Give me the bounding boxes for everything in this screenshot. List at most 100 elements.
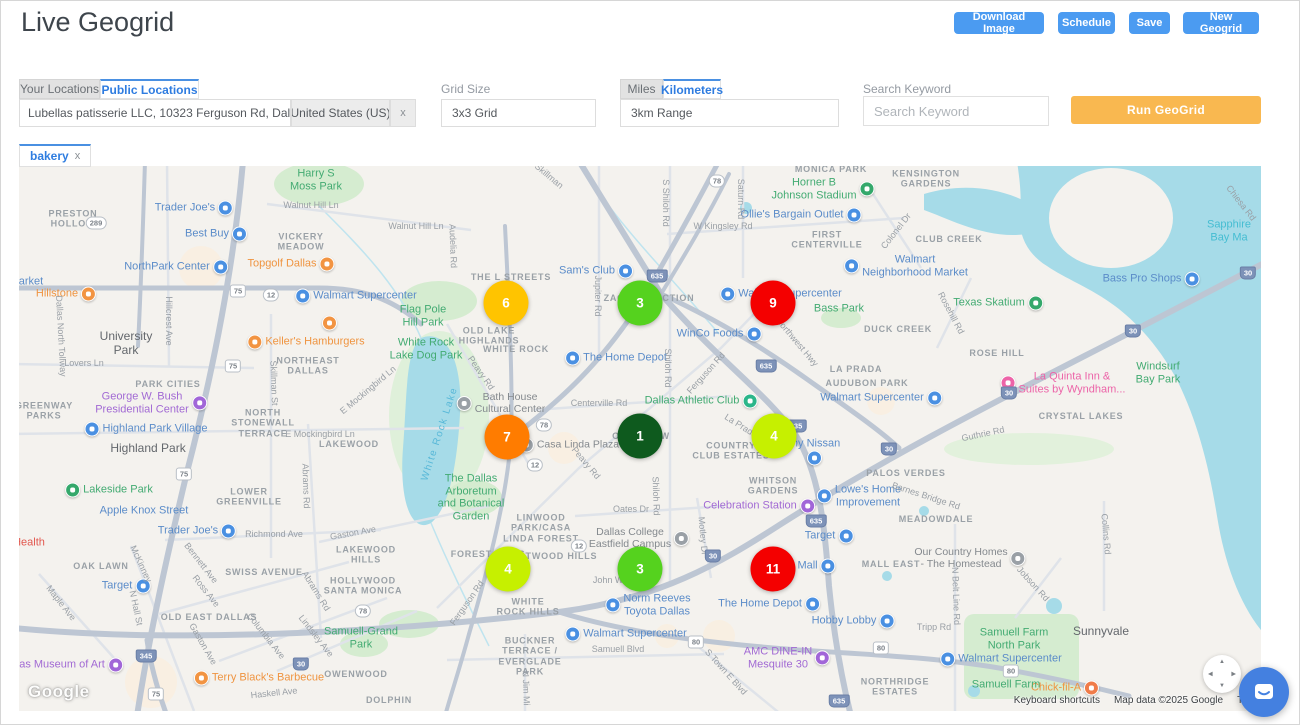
poi-icon <box>1011 551 1026 566</box>
pan-down-icon[interactable]: ▼ <box>1219 683 1225 689</box>
poi-label: Windsurf Bay Park <box>1136 360 1181 385</box>
grid-rank-marker[interactable]: 1 <box>618 414 663 459</box>
country-select[interactable]: United States (US) <box>291 99 390 127</box>
poi-label: Celebration Station <box>703 499 815 514</box>
poi-icon <box>807 451 822 466</box>
highway-shield: 30 <box>293 658 309 671</box>
area-label: CRYSTAL LAKES <box>1039 411 1124 421</box>
grid-rank-marker[interactable]: 3 <box>618 547 663 592</box>
highway-shield: 80 <box>873 642 889 655</box>
poi-icon <box>1184 272 1199 287</box>
road-label: Maple Ave <box>44 583 78 622</box>
road-label: Chiesa Rd <box>1224 183 1258 222</box>
poi-icon <box>800 499 815 514</box>
highway-shield: 80 <box>1003 665 1019 678</box>
poi-label: White Rock Lake Dog Park <box>390 336 463 361</box>
road-label: Gaston Ave <box>329 524 376 542</box>
keyword-chip-bakery[interactable]: bakery x <box>19 144 91 167</box>
road-label: Jupiter Rd <box>593 275 603 316</box>
poi-label: Samuell-Grand Park <box>324 625 398 650</box>
grid-size-select[interactable]: 3x3 Grid <box>441 99 596 127</box>
poi-label: Hillstone <box>36 287 96 302</box>
area-label: WHITE ROCK <box>483 344 549 354</box>
highway-shield: 78 <box>536 419 552 432</box>
poi-label: Bass Park <box>814 303 864 316</box>
search-keyword-input[interactable] <box>863 96 1049 126</box>
poi-label: Casa Linda Plaza <box>519 438 619 453</box>
poi-icon <box>927 391 942 406</box>
poi-label: Apple Knox Street <box>100 505 189 518</box>
poi-icon <box>846 208 861 223</box>
grid-rank-marker[interactable]: 4 <box>486 547 531 592</box>
road-label: Skillman St <box>268 360 280 405</box>
area-label: Sunnyvale <box>1073 625 1129 639</box>
poi-icon <box>879 614 894 629</box>
poi-icon <box>838 529 853 544</box>
pan-up-icon[interactable]: ▲ <box>1219 659 1225 665</box>
geogrid-map[interactable]: PRESTON HOLLOWVICKERY MEADOWTHE L STREET… <box>19 166 1261 711</box>
new-geogrid-button[interactable]: New Geogrid <box>1183 12 1259 34</box>
grid-rank-marker[interactable]: 11 <box>751 547 796 592</box>
location-remove-button[interactable]: x <box>390 99 416 127</box>
tab-your-locations[interactable]: Your Locations <box>19 79 100 99</box>
highway-shield: 30 <box>1240 267 1256 280</box>
grid-rank-marker[interactable]: 7 <box>485 415 530 460</box>
area-label: SWISS AVENUE <box>225 567 303 577</box>
road-label: Ferguson Rd <box>685 350 728 396</box>
poi-label: White Rock Lake <box>419 386 460 483</box>
tab-miles[interactable]: Miles <box>620 79 663 99</box>
map-pan-control[interactable]: ▲ ▼ ◀ ▶ <box>1203 655 1241 693</box>
poi-label: Horner B Johnson Stadium <box>772 176 875 201</box>
grid-rank-marker[interactable]: 4 <box>752 414 797 459</box>
area-label: KENSINGTON GARDENS <box>892 169 960 190</box>
poi-label: Target <box>805 529 854 544</box>
highway-shield: 12 <box>527 459 543 472</box>
road-label: Haskell Ave <box>250 685 298 700</box>
intercom-chat-button[interactable] <box>1239 667 1289 717</box>
road-label: Hillcrest Ave <box>164 296 174 345</box>
highway-shield: 635 <box>756 360 777 373</box>
schedule-button[interactable]: Schedule <box>1058 12 1115 34</box>
tab-public-locations[interactable]: Public Locations <box>100 79 199 99</box>
pan-right-icon[interactable]: ▶ <box>1231 671 1236 678</box>
range-select[interactable]: 3km Range <box>620 99 839 127</box>
poi-label: Walmart Supercenter <box>565 627 687 642</box>
grid-size-label: Grid Size <box>441 82 490 96</box>
area-label: NORTH STONEWALL TERRACE <box>231 407 295 438</box>
road-label: S Town E Blvd <box>703 647 749 697</box>
poi-label <box>807 451 825 466</box>
poi-label: The Home Depot <box>565 351 667 366</box>
keyboard-shortcuts-link[interactable]: Keyboard shortcuts <box>1014 695 1100 706</box>
poi-label: The Home Depot <box>718 597 820 612</box>
save-button[interactable]: Save <box>1129 12 1170 34</box>
area-label: LAKEWOOD <box>319 439 379 449</box>
road-label: Guthrie Rd <box>961 424 1006 443</box>
poi-label: NorthPark Center <box>124 260 228 275</box>
pan-left-icon[interactable]: ◀ <box>1208 671 1213 678</box>
poi-label: Health <box>19 537 45 550</box>
download-image-button[interactable]: Download Image <box>954 12 1044 34</box>
poi-label: Samuell Farm <box>972 679 1040 692</box>
poi-label: Trader Joe's <box>158 524 236 539</box>
grid-rank-marker[interactable]: 3 <box>618 281 663 326</box>
location-select[interactable]: Lubellas patisserie LLC, 10323 Ferguson … <box>19 99 291 127</box>
run-geogrid-button[interactable]: Run GeoGrid <box>1071 96 1261 124</box>
search-keyword-label: Search Keyword <box>863 82 951 96</box>
grid-rank-marker[interactable]: 9 <box>751 281 796 326</box>
poi-icon <box>742 394 757 409</box>
map-overlays: PRESTON HOLLOWVICKERY MEADOWTHE L STREET… <box>19 166 1261 711</box>
area-label: OAK LAWN <box>73 561 128 571</box>
poi-icon <box>457 396 472 411</box>
poi-icon <box>720 287 735 302</box>
tab-kilometers[interactable]: Kilometers <box>663 79 721 99</box>
road-label: Rosehill Rd <box>936 290 967 335</box>
keyword-chip-close-icon[interactable]: x <box>75 150 81 162</box>
area-label: OLD EAST DALLAS <box>161 612 258 622</box>
road-label: Lovers Ln <box>64 358 104 368</box>
highway-shield: 78 <box>355 605 371 618</box>
poi-label: Walmart Neighborhood Market <box>844 253 968 278</box>
road-label: W Kingsley Rd <box>693 221 752 231</box>
grid-rank-marker[interactable]: 6 <box>484 281 529 326</box>
area-label: DUCK CREEK <box>864 324 932 334</box>
area-label: CLUB CREEK <box>915 234 982 244</box>
